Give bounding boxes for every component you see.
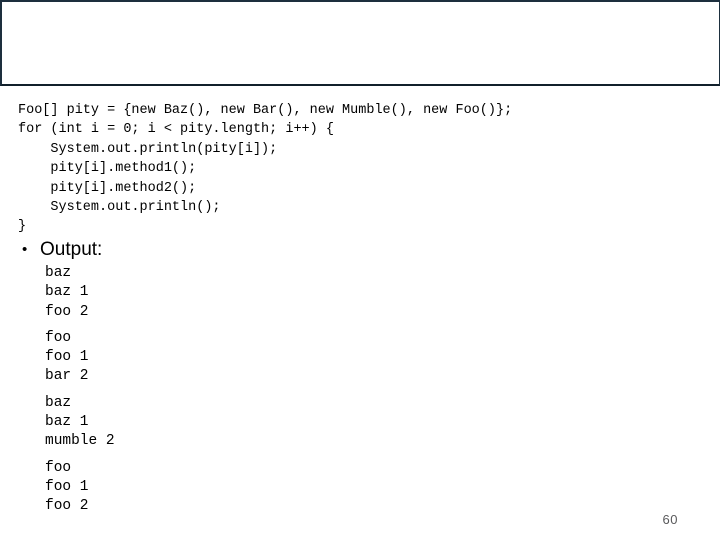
output-line: mumble 2: [45, 433, 115, 450]
java-code-block: Foo[] pity = {new Baz(), new Bar(), new …: [18, 101, 512, 237]
bullet-icon: •: [22, 241, 28, 258]
code-line: System.out.println();: [18, 200, 221, 216]
output-line: baz 1: [45, 414, 89, 431]
output-section: • Output: baz baz 1 foo 2 foo foo 1 bar 2 baz ba…: [0, 238, 720, 517]
output-line: foo 2: [45, 303, 89, 320]
page-number: 60: [662, 512, 678, 527]
output-heading-label: Output:: [40, 239, 103, 260]
output-line: foo 1: [45, 478, 89, 495]
output-group: baz baz 1 mumble 2: [45, 394, 720, 452]
output-line: foo: [45, 459, 72, 476]
code-line: for (int i = 0; i < pity.length; i++) {: [18, 122, 334, 138]
code-line: pity[i].method2();: [18, 180, 197, 196]
output-line: foo 2: [45, 498, 89, 515]
code-line: }: [18, 219, 27, 235]
code-line: pity[i].method1();: [18, 161, 197, 177]
output-line: bar 2: [45, 368, 89, 385]
output-line: foo 1: [45, 349, 89, 366]
output-line: baz: [45, 394, 72, 411]
output-line: baz: [45, 265, 72, 281]
code-line: System.out.println(pity[i]);: [18, 141, 278, 157]
output-line: baz 1: [45, 284, 89, 301]
page-title: Polymorphism answer: [145, 37, 585, 84]
output-group: foo foo 1 bar 2: [45, 329, 720, 387]
code-line: Foo[] pity = {new Baz(), new Bar(), new …: [18, 103, 513, 118]
output-group: foo foo 1 foo 2: [45, 459, 720, 517]
output-line: foo: [45, 329, 72, 346]
output-groups: baz baz 1 foo 2 foo foo 1 bar 2 baz baz 1 mumble…: [45, 264, 720, 517]
output-group: baz baz 1 foo 2: [45, 264, 720, 322]
output-heading: • Output:: [22, 238, 720, 262]
